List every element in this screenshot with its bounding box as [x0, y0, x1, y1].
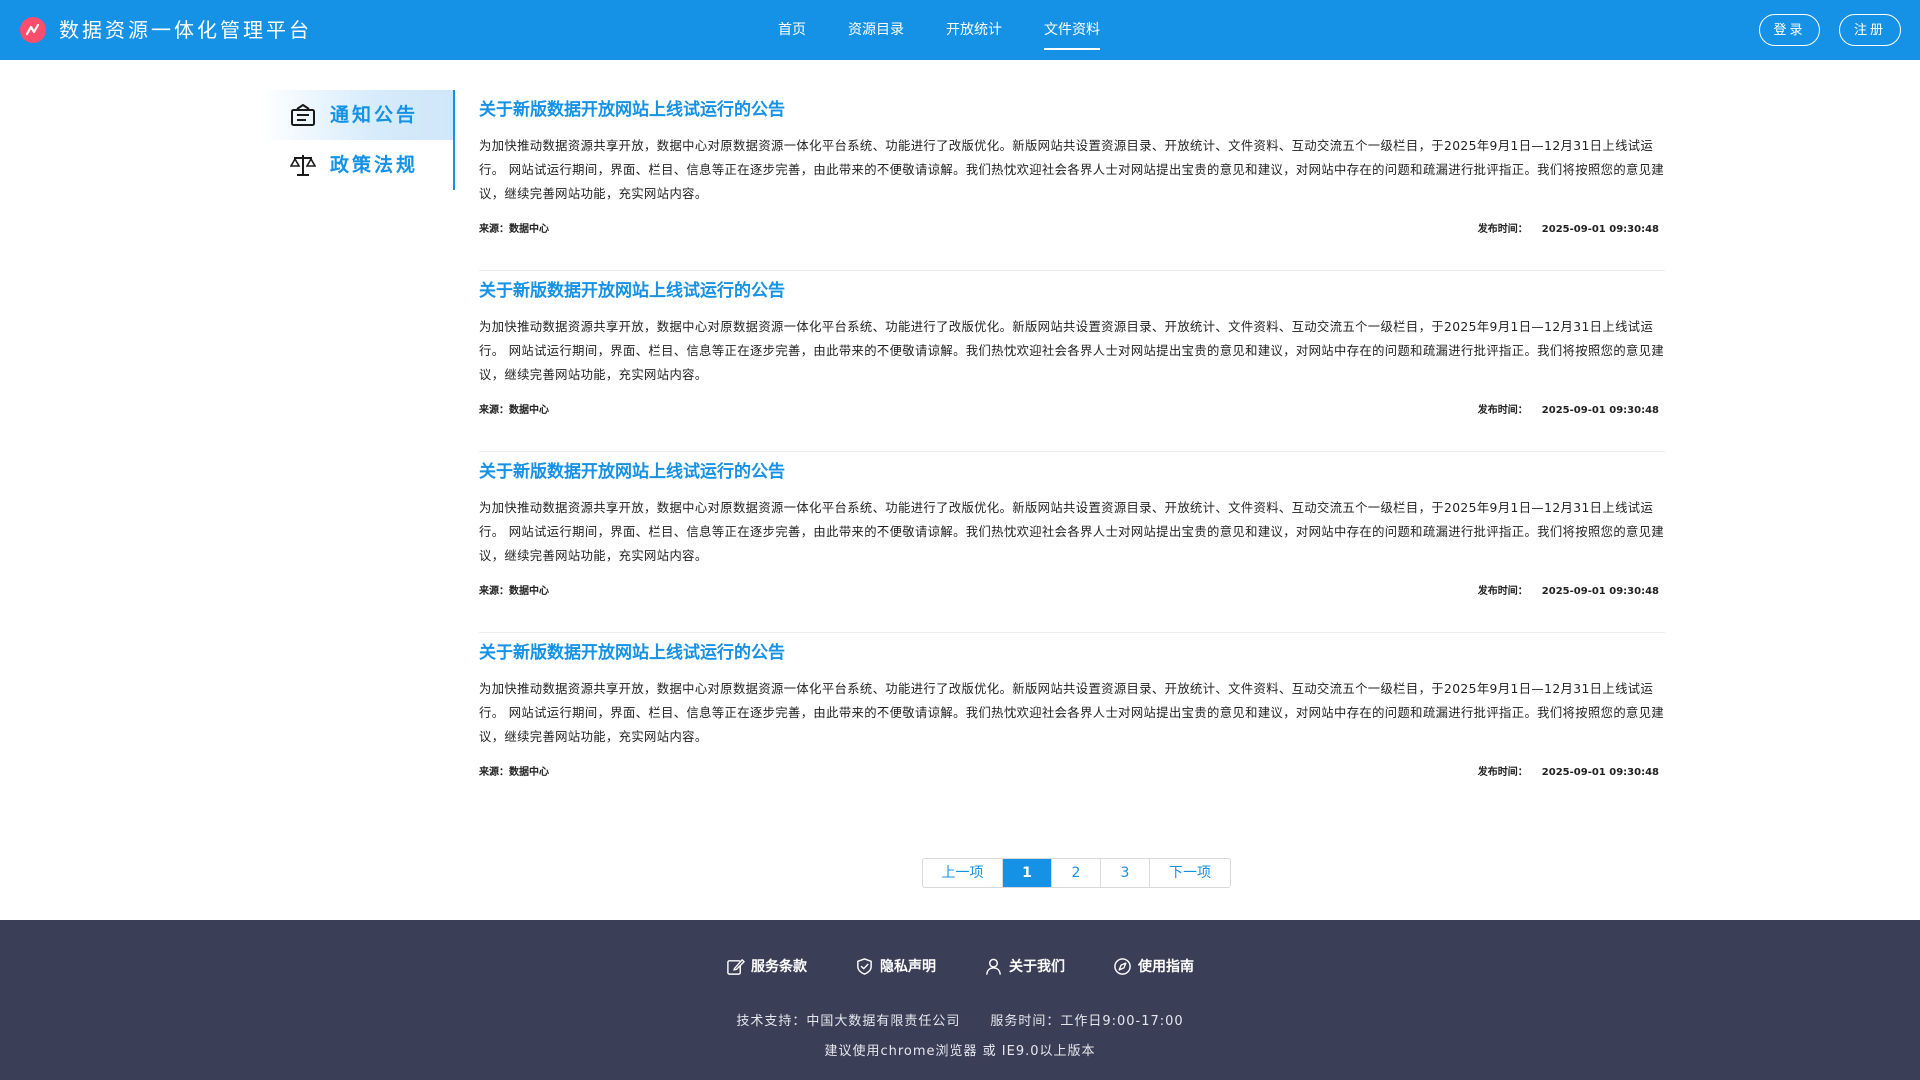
footer-info: 技术支持：中国大数据有限责任公司 服务时间：工作日9:00-17:00 — [0, 1010, 1920, 1029]
sidebar-item-notices[interactable]: 通知公告 — [260, 90, 453, 140]
sidebar-item-label: 政策法规 — [330, 154, 419, 176]
article-publish-time: 发布时间： 2025-09-01 09:30:48 — [1478, 403, 1659, 419]
article-summary: 为加快推动数据资源共享开放，数据中心对原数据资源一体化平台系统、功能进行了改版优… — [479, 682, 1665, 744]
sidebar-item-policies[interactable]: 政策法规 — [260, 140, 453, 190]
page-1-button[interactable]: 1 — [1003, 859, 1052, 887]
page-2-button[interactable]: 2 — [1052, 859, 1101, 887]
publish-time-value: 2025-09-01 09:30:48 — [1541, 224, 1659, 235]
prev-page-button[interactable]: 上一项 — [923, 859, 1003, 887]
balance-scale-icon — [290, 155, 316, 176]
service-time-text: 服务时间：工作日9:00-17:00 — [990, 1014, 1184, 1029]
publish-time-value: 2025-09-01 09:30:48 — [1541, 767, 1659, 778]
publish-time-value: 2025-09-01 09:30:48 — [1541, 586, 1659, 597]
site-title: 数据资源一体化管理平台 — [59, 18, 312, 42]
footer-link-label: 关于我们 — [1009, 959, 1065, 975]
publish-time-label: 发布时间： — [1477, 767, 1528, 778]
compass-icon — [1114, 957, 1131, 975]
article-title[interactable]: 关于新版数据开放网站上线试运行的公告 — [479, 641, 785, 665]
notice-icon — [291, 104, 315, 126]
footer-link-label: 使用指南 — [1138, 959, 1194, 975]
article-source: 来源：数据中心 — [479, 224, 549, 235]
footer-link-guide[interactable]: 使用指南 — [1113, 956, 1194, 976]
footer-link-about[interactable]: 关于我们 — [984, 956, 1065, 976]
sidebar: 通知公告 政策法规 — [260, 90, 455, 190]
list-item: 关于新版数据开放网站上线试运行的公告 为加快推动数据资源共享开放，数据中心对原数… — [479, 452, 1665, 633]
footer-links: 服务条款 隐私声明 关于我们 使用指南 — [0, 956, 1920, 976]
login-button[interactable]: 登录 — [1759, 14, 1820, 46]
list-item: 关于新版数据开放网站上线试运行的公告 为加快推动数据资源共享开放，数据中心对原数… — [479, 271, 1665, 452]
page-footer: 服务条款 隐私声明 关于我们 使用指南 技术支持：中国大数据有限责任公司 服务时间… — [0, 920, 1920, 1080]
article-title[interactable]: 关于新版数据开放网站上线试运行的公告 — [479, 460, 785, 484]
article-title[interactable]: 关于新版数据开放网站上线试运行的公告 — [479, 98, 785, 122]
nav-open-statistics[interactable]: 开放统计 — [946, 0, 1002, 60]
article-source: 来源：数据中心 — [479, 767, 549, 778]
list-item: 关于新版数据开放网站上线试运行的公告 为加快推动数据资源共享开放，数据中心对原数… — [479, 633, 1665, 814]
article-summary: 为加快推动数据资源共享开放，数据中心对原数据资源一体化平台系统、功能进行了改版优… — [479, 320, 1665, 382]
browser-note: 建议使用chrome浏览器 或 IE9.0以上版本 — [824, 1044, 1096, 1059]
logo-icon[interactable] — [20, 17, 46, 43]
next-page-button[interactable]: 下一项 — [1150, 859, 1230, 887]
article-summary: 为加快推动数据资源共享开放，数据中心对原数据资源一体化平台系统、功能进行了改版优… — [479, 501, 1665, 563]
nav-resource-catalog[interactable]: 资源目录 — [848, 0, 904, 60]
footer-link-terms[interactable]: 服务条款 — [726, 956, 807, 976]
edit-icon — [727, 958, 745, 975]
publish-time-label: 发布时间： — [1477, 405, 1528, 416]
nav-home[interactable]: 首页 — [778, 0, 806, 60]
article-title[interactable]: 关于新版数据开放网站上线试运行的公告 — [479, 279, 785, 303]
register-button[interactable]: 注册 — [1839, 14, 1901, 46]
main-nav: 首页 资源目录 开放统计 文件资料 — [778, 0, 1100, 60]
sidebar-item-label: 通知公告 — [330, 104, 419, 126]
user-icon — [986, 958, 1001, 975]
footer-link-label: 隐私声明 — [880, 959, 936, 975]
pagination: 上一项 1 2 3 下一项 — [922, 858, 1231, 888]
article-list: 关于新版数据开放网站上线试运行的公告 为加快推动数据资源共享开放，数据中心对原数… — [479, 90, 1665, 814]
publish-time-label: 发布时间： — [1477, 586, 1528, 597]
list-item: 关于新版数据开放网站上线试运行的公告 为加快推动数据资源共享开放，数据中心对原数… — [479, 90, 1665, 271]
publish-time-value: 2025-09-01 09:30:48 — [1541, 405, 1659, 416]
tech-support-text: 技术支持：中国大数据有限责任公司 — [736, 1014, 961, 1029]
nav-documents[interactable]: 文件资料 — [1044, 0, 1100, 60]
article-publish-time: 发布时间： 2025-09-01 09:30:48 — [1478, 584, 1659, 600]
footer-link-label: 服务条款 — [751, 959, 807, 975]
article-publish-time: 发布时间： 2025-09-01 09:30:48 — [1478, 222, 1659, 238]
article-source: 来源：数据中心 — [479, 405, 549, 416]
article-source: 来源：数据中心 — [479, 586, 549, 597]
publish-time-label: 发布时间： — [1477, 224, 1528, 235]
article-publish-time: 发布时间： 2025-09-01 09:30:48 — [1478, 765, 1659, 781]
footer-link-privacy[interactable]: 隐私声明 — [855, 956, 936, 976]
page-3-button[interactable]: 3 — [1101, 859, 1150, 887]
top-header: 数据资源一体化管理平台 首页 资源目录 开放统计 文件资料 登录 注册 — [0, 0, 1920, 60]
article-summary: 为加快推动数据资源共享开放，数据中心对原数据资源一体化平台系统、功能进行了改版优… — [479, 139, 1665, 201]
shield-check-icon — [857, 957, 872, 975]
